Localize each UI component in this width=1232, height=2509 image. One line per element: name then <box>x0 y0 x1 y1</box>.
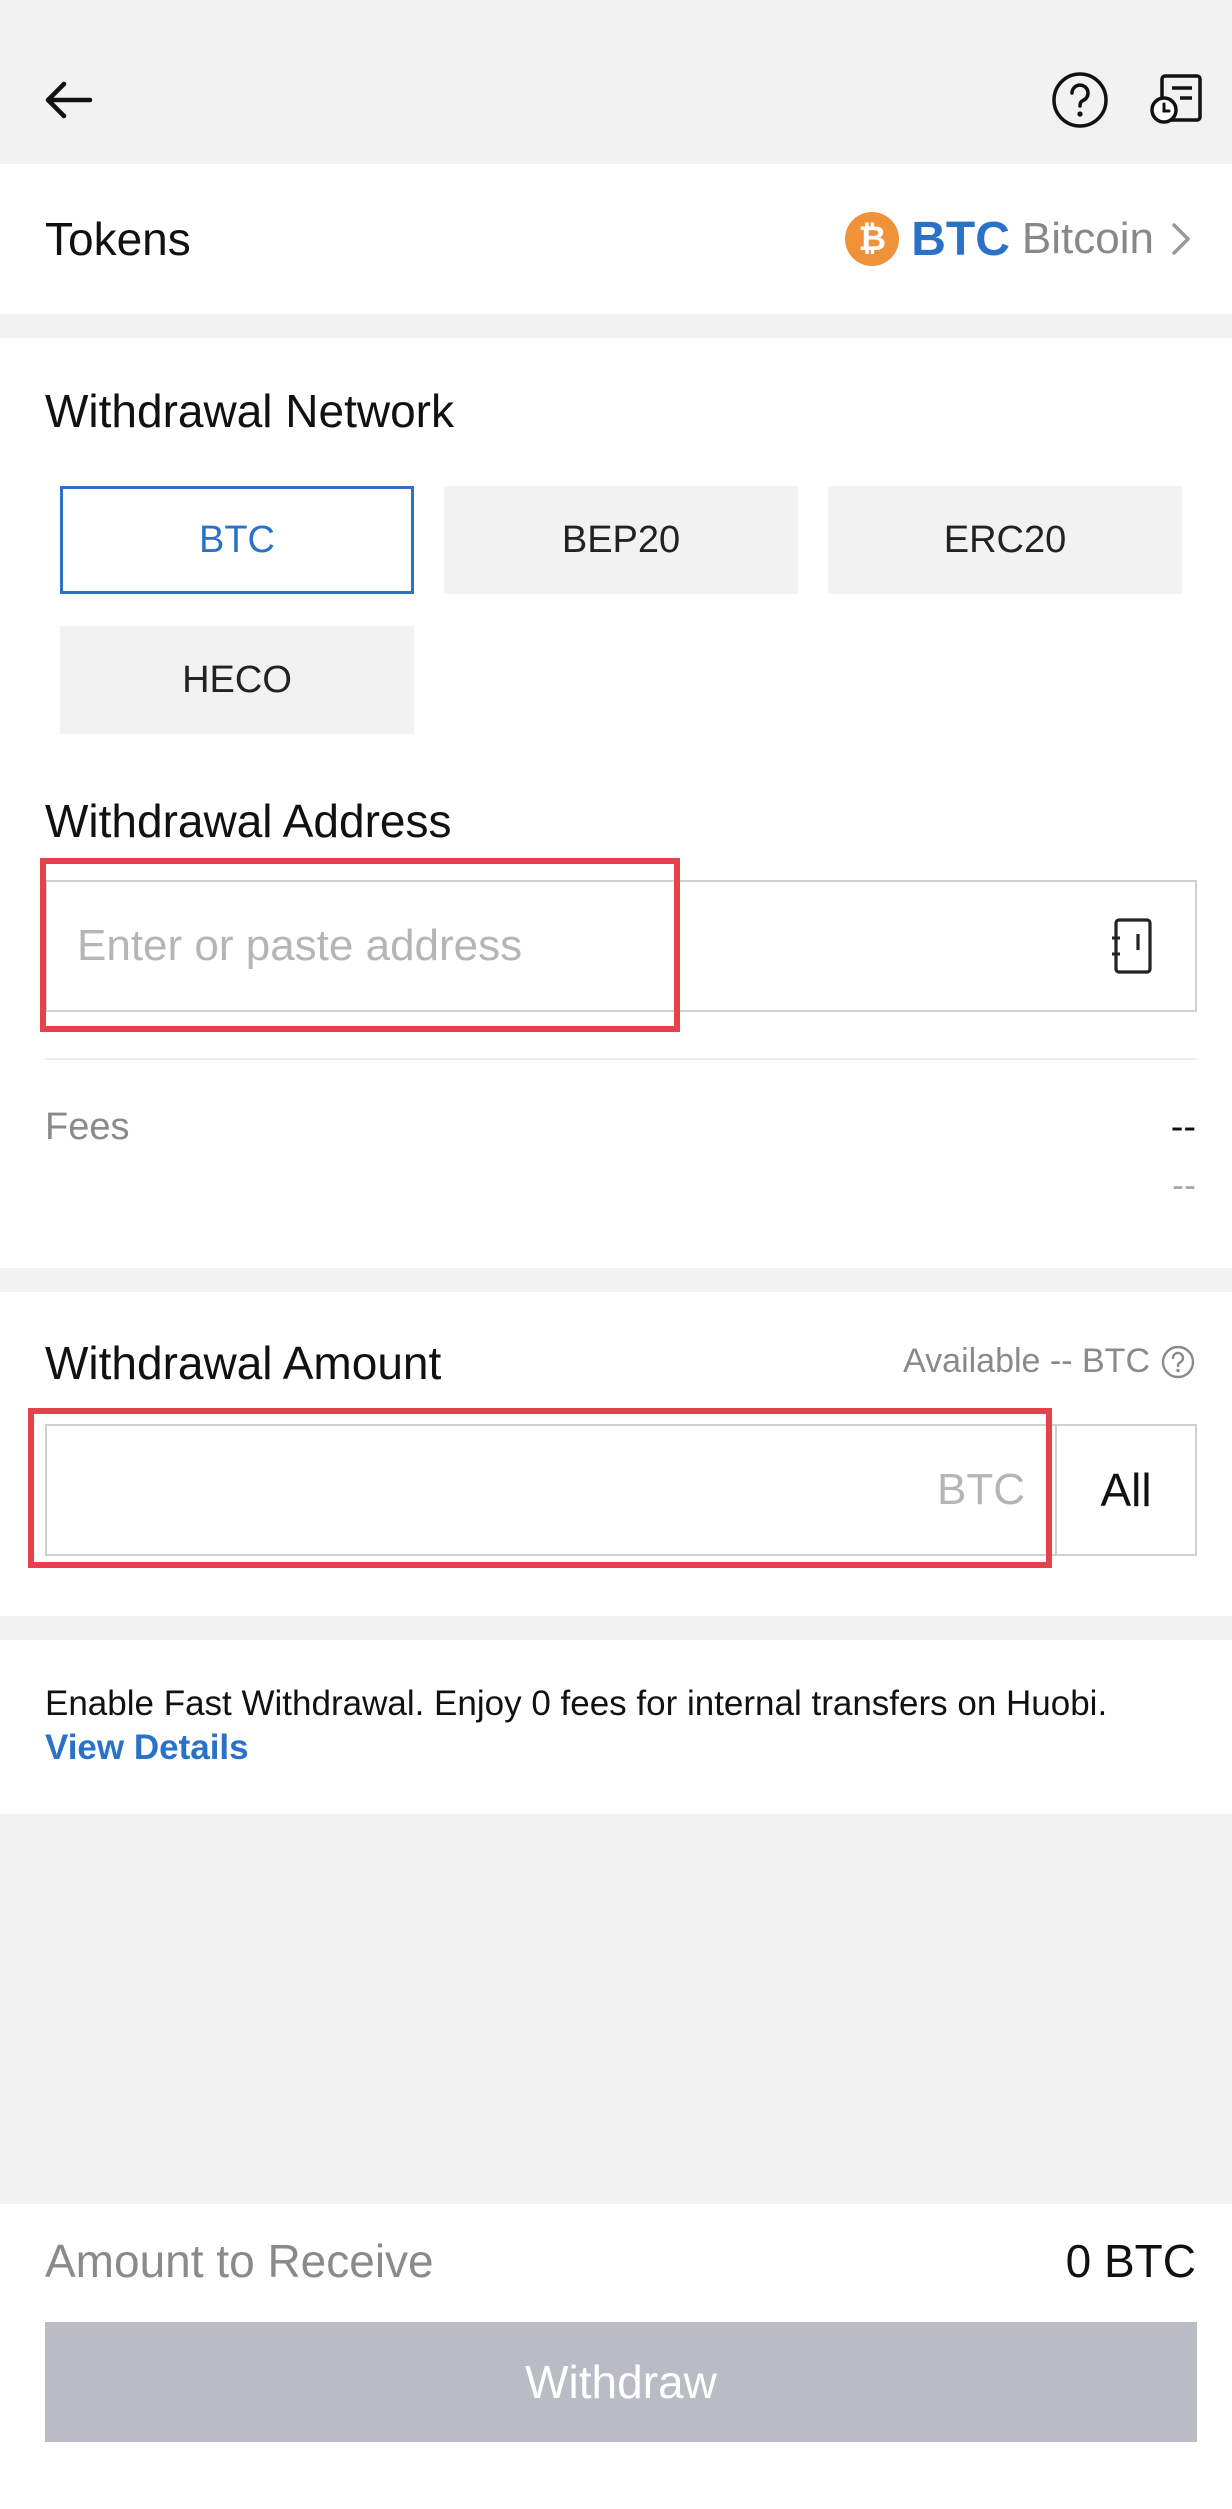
withdrawal-amount-card: Withdrawal Amount Available -- BTC BTC A… <box>0 1292 1232 1616</box>
history-records-icon <box>1150 74 1202 124</box>
question-circle-icon[interactable] <box>1160 1344 1196 1380</box>
help-button[interactable] <box>1044 64 1116 136</box>
fees-label: Fees <box>45 1106 130 1148</box>
view-details-link[interactable]: View Details <box>45 1726 249 1770</box>
network-option-bep20[interactable]: BEP20 <box>444 486 798 594</box>
available-balance: Available -- BTC <box>903 1342 1196 1381</box>
bitcoin-icon: ₿ <box>845 212 900 266</box>
token-symbol: BTC <box>911 212 1010 266</box>
back-button[interactable] <box>32 64 104 136</box>
network-address-card: Withdrawal Network BTC BEP20 ERC20 HECO … <box>0 338 1232 1268</box>
address-highlight-box <box>40 858 680 1032</box>
address-book-icon <box>1112 918 1152 974</box>
divider <box>45 1058 1197 1060</box>
fees-value: -- <box>1170 1106 1196 1148</box>
withdrawal-records-button[interactable] <box>1140 64 1212 136</box>
withdraw-button[interactable]: Withdraw <box>45 2322 1197 2442</box>
bottom-bar: Amount to Receive 0 BTC Withdraw <box>0 2204 1232 2509</box>
withdrawal-amount-title: Withdrawal Amount <box>45 1337 442 1389</box>
token-name: Bitcoin <box>1021 214 1154 263</box>
amount-highlight-box <box>28 1408 1052 1568</box>
amount-to-receive-label: Amount to Receive <box>45 2235 434 2287</box>
network-option-heco[interactable]: HECO <box>60 626 414 734</box>
tokens-label: Tokens <box>45 213 191 265</box>
withdrawal-network-title: Withdrawal Network <box>45 385 454 437</box>
token-select-row[interactable]: Tokens ₿ BTC Bitcoin <box>0 164 1232 314</box>
withdrawal-address-title: Withdrawal Address <box>45 795 452 847</box>
fast-withdrawal-notice: Enable Fast Withdrawal. Enjoy 0 fees for… <box>0 1640 1232 1814</box>
notice-text: Enable Fast Withdrawal. Enjoy 0 fees for… <box>45 1684 1108 1723</box>
arrow-left-icon <box>45 81 93 119</box>
network-option-btc[interactable]: BTC <box>60 486 414 594</box>
network-option-erc20[interactable]: ERC20 <box>828 486 1182 594</box>
token-selector[interactable]: ₿ BTC Bitcoin <box>845 164 1196 314</box>
amount-to-receive-value: 0 BTC <box>1065 2235 1196 2287</box>
address-book-button[interactable] <box>1099 912 1167 980</box>
chevron-right-icon <box>1172 223 1190 255</box>
fees-value-secondary: -- <box>1172 1164 1196 1205</box>
available-text: Available -- BTC <box>903 1342 1150 1380</box>
all-button[interactable]: All <box>1057 1424 1197 1556</box>
question-circle-icon <box>1052 72 1108 128</box>
top-bar <box>0 0 1232 164</box>
